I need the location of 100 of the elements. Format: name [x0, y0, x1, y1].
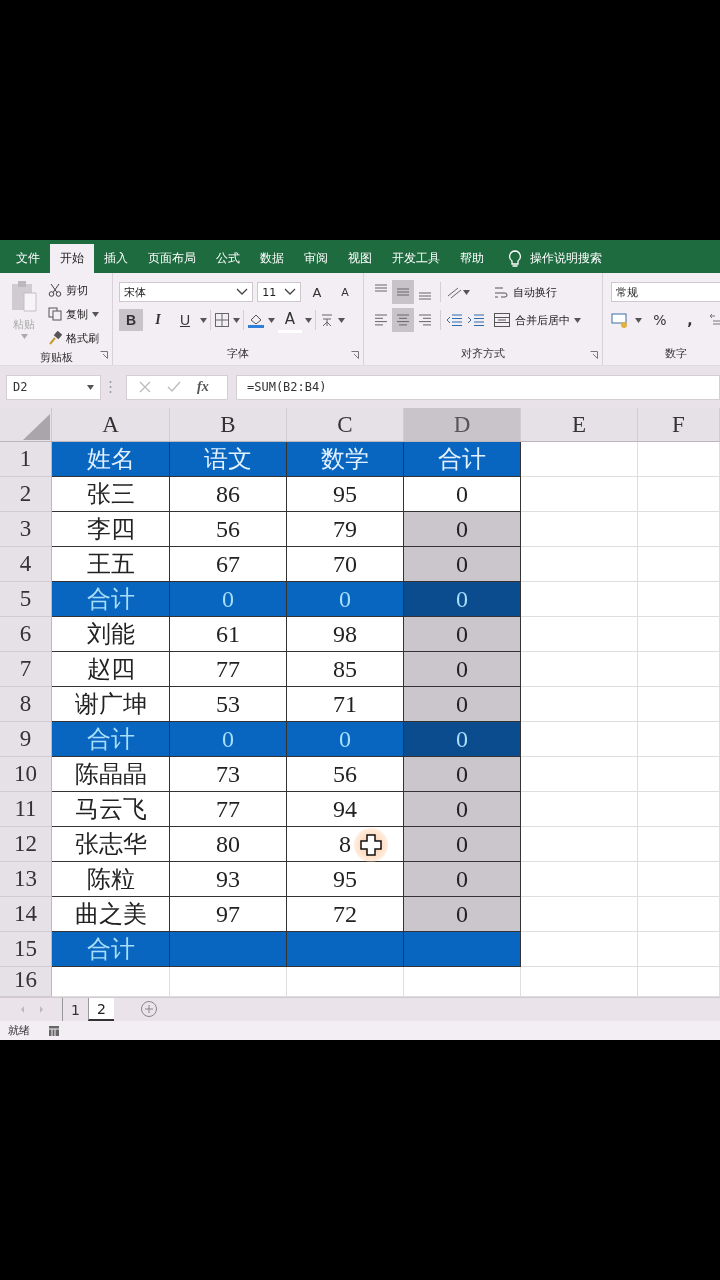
- dots-icon: [109, 380, 112, 394]
- ribbon-tab[interactable]: 页面布局: [138, 244, 206, 273]
- ribbon-tab[interactable]: 开始: [50, 244, 94, 273]
- align-middle-icon: [396, 288, 410, 296]
- row-header[interactable]: 1: [0, 442, 52, 477]
- ribbon-tab[interactable]: 审阅: [294, 244, 338, 273]
- row-header[interactable]: 8: [0, 687, 52, 722]
- table-cell: 0: [404, 512, 521, 547]
- row-header[interactable]: 5: [0, 582, 52, 617]
- row-header[interactable]: 10: [0, 757, 52, 792]
- caret-icon[interactable]: [268, 317, 275, 323]
- column-header[interactable]: E: [521, 408, 638, 442]
- macro-record-icon[interactable]: [48, 1024, 60, 1037]
- row-header[interactable]: 4: [0, 547, 52, 582]
- table-cell: 0: [287, 582, 404, 617]
- caret-icon[interactable]: [305, 317, 312, 323]
- formula-field[interactable]: =SUM(B2:B4): [236, 374, 720, 400]
- percent-button[interactable]: %: [648, 309, 672, 331]
- column-header[interactable]: B: [170, 408, 287, 442]
- caret-icon[interactable]: [574, 317, 581, 323]
- table-cell: 56: [170, 512, 287, 547]
- column-header[interactable]: A: [52, 408, 170, 442]
- caret-icon[interactable]: [233, 317, 240, 323]
- caret-icon[interactable]: [200, 317, 207, 323]
- merge-center-button[interactable]: 合并后居中: [493, 307, 581, 333]
- caret-icon[interactable]: [87, 384, 94, 390]
- ribbon-tab[interactable]: 开发工具: [382, 244, 450, 273]
- merge-cells-icon: [493, 312, 511, 328]
- font-color-button[interactable]: A: [278, 307, 302, 333]
- table-cell: 77: [170, 652, 287, 687]
- ribbon-tab[interactable]: 插入: [94, 244, 138, 273]
- align-center-icon: [395, 312, 411, 328]
- caret-icon[interactable]: [338, 317, 345, 323]
- row-header[interactable]: 2: [0, 477, 52, 512]
- ribbon-tab[interactable]: 文件: [6, 244, 50, 273]
- add-sheet-icon[interactable]: [139, 1000, 158, 1018]
- phonetic-icon[interactable]: [319, 312, 335, 328]
- column-header[interactable]: F: [638, 408, 720, 442]
- table-cell: 合计: [404, 442, 521, 477]
- ribbon-tab[interactable]: 帮助: [450, 244, 494, 273]
- table-cell: 73: [170, 757, 287, 792]
- align-right-icon: [417, 312, 433, 328]
- ribbon-tab[interactable]: 公式: [206, 244, 250, 273]
- table-cell: 0: [404, 897, 521, 932]
- insert-function-button[interactable]: fx: [197, 379, 209, 395]
- row-header[interactable]: 12: [0, 827, 52, 862]
- cut-button[interactable]: 剪切: [48, 279, 99, 301]
- wrap-text-button[interactable]: 自动换行: [493, 279, 581, 305]
- name-box[interactable]: D2: [6, 374, 101, 400]
- number-format-field[interactable]: 常规: [611, 282, 720, 302]
- table-cell: 0: [404, 722, 521, 757]
- table-cell: 0: [404, 687, 521, 722]
- align-left-icon: [373, 312, 389, 328]
- row-header[interactable]: 14: [0, 897, 52, 932]
- underline-button[interactable]: U: [173, 309, 197, 331]
- decrease-indent-icon[interactable]: [445, 312, 463, 328]
- copy-icon: [48, 307, 62, 321]
- dialog-launcher-icon[interactable]: [351, 351, 359, 359]
- bold-button[interactable]: B: [119, 309, 143, 331]
- row-header[interactable]: 3: [0, 512, 52, 547]
- lightbulb-icon[interactable]: [508, 249, 522, 268]
- ribbon-tab[interactable]: 视图: [338, 244, 382, 273]
- copy-button[interactable]: 复制: [48, 303, 99, 325]
- column-header[interactable]: D: [404, 408, 521, 442]
- increase-indent-icon[interactable]: [467, 312, 485, 328]
- dialog-launcher-icon[interactable]: [590, 351, 598, 359]
- row-header[interactable]: 11: [0, 792, 52, 827]
- caret-icon[interactable]: [635, 317, 642, 323]
- row-header[interactable]: 6: [0, 617, 52, 652]
- font-size-field[interactable]: 11: [257, 282, 301, 302]
- font-name-field[interactable]: 宋体: [119, 282, 254, 302]
- comma-style-button[interactable]: ,: [678, 309, 702, 331]
- currency-icon[interactable]: [611, 312, 629, 328]
- table-cell: 合计: [52, 932, 170, 967]
- ribbon-tab[interactable]: 数据: [250, 244, 294, 273]
- sheet-tab[interactable]: 2: [87, 998, 114, 1021]
- column-header[interactable]: C: [287, 408, 404, 442]
- row-header[interactable]: 13: [0, 862, 52, 897]
- format-painter-button[interactable]: 格式刷: [48, 327, 99, 349]
- align-center-button[interactable]: [392, 308, 414, 332]
- caret-icon[interactable]: [92, 311, 99, 317]
- table-cell: 77: [170, 792, 287, 827]
- caret-icon[interactable]: [463, 289, 470, 295]
- shrink-font-button[interactable]: A: [333, 281, 357, 303]
- grow-font-button[interactable]: A: [305, 281, 329, 303]
- chevron-icon[interactable]: [236, 288, 249, 296]
- borders-icon[interactable]: [214, 312, 230, 328]
- table-cell: 姓名: [52, 442, 170, 477]
- table-cell: 0: [404, 862, 521, 897]
- row-header[interactable]: 15: [0, 932, 52, 967]
- italic-button[interactable]: I: [146, 309, 170, 331]
- tell-me-search[interactable]: 操作说明搜索: [530, 250, 602, 267]
- check-icon[interactable]: [167, 381, 181, 393]
- row-header[interactable]: 16: [0, 967, 52, 997]
- row-header[interactable]: 7: [0, 652, 52, 687]
- chevron-icon[interactable]: [284, 288, 296, 296]
- dialog-launcher-icon[interactable]: [100, 351, 108, 359]
- row-header[interactable]: 9: [0, 722, 52, 757]
- table-cell: 95: [287, 477, 404, 512]
- table-cell: 合计: [52, 722, 170, 757]
